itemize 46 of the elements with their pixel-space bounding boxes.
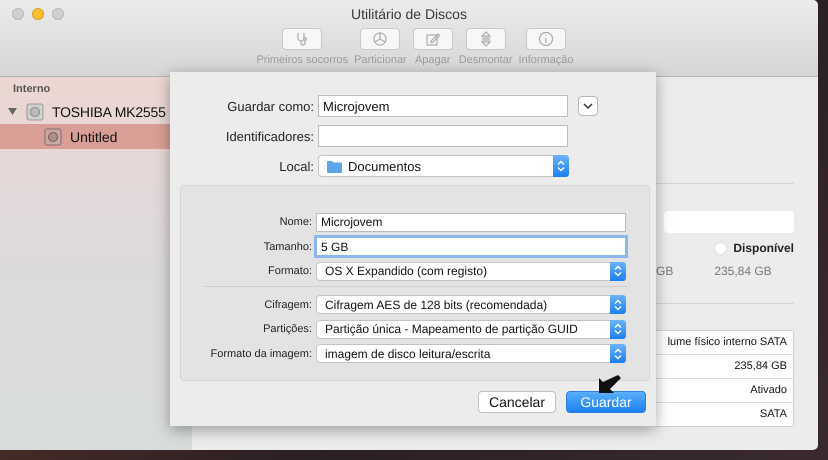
stepper-icon bbox=[614, 348, 622, 360]
folder-icon bbox=[327, 160, 342, 172]
legend-value: 235,84 GB bbox=[714, 264, 773, 278]
legend-label: Disponível bbox=[733, 241, 794, 255]
chevron-down-icon bbox=[583, 102, 593, 110]
toolbar-label: Informação bbox=[518, 54, 574, 66]
legend-value: GB bbox=[655, 264, 674, 278]
stepper-icon bbox=[614, 265, 622, 277]
field-label: Identificadores: bbox=[224, 128, 315, 144]
field-label: Tamanho: bbox=[262, 240, 313, 252]
field-label: Formato da imagem: bbox=[210, 348, 313, 360]
table-cell-text: SATA bbox=[758, 407, 788, 422]
toolbar-label: Desmontar bbox=[458, 54, 513, 66]
legend-dot bbox=[714, 242, 728, 254]
pie-chart-icon bbox=[372, 31, 388, 47]
text-field[interactable]: Microjovem bbox=[316, 212, 626, 232]
toolbar-label: Primeiros socorros bbox=[256, 54, 348, 66]
zoom-button[interactable] bbox=[52, 8, 64, 20]
popup-button[interactable]: Partição única - Mapeamento de partição GUID bbox=[316, 320, 626, 338]
save-as-field[interactable]: Microjovem bbox=[318, 95, 568, 117]
expand-button[interactable] bbox=[578, 96, 598, 116]
text-field[interactable]: 5 GB bbox=[316, 237, 626, 256]
field-label: Guardar como: bbox=[226, 98, 315, 114]
popup-button[interactable]: Cifragem AES de 128 bits (recomendada) bbox=[316, 295, 626, 314]
stepper-icon bbox=[614, 323, 622, 335]
field-label: Cifragem: bbox=[263, 298, 313, 310]
field-label: Nome: bbox=[278, 216, 313, 228]
location-popup[interactable]: Documentos bbox=[318, 155, 569, 177]
sidebar-section-title: Interno bbox=[12, 83, 52, 97]
pencil-icon bbox=[424, 31, 441, 47]
dialog-button[interactable]: Cancelar bbox=[478, 391, 556, 413]
info-icon bbox=[538, 31, 554, 47]
popup-button[interactable]: OS X Expandido (com registo) bbox=[316, 262, 626, 280]
tags-field[interactable] bbox=[318, 125, 568, 147]
close-button[interactable] bbox=[12, 8, 24, 20]
stepper-icon bbox=[557, 160, 565, 172]
field-label: Local: bbox=[278, 158, 315, 174]
disclosure-triangle-icon[interactable] bbox=[8, 107, 18, 116]
toolbar-label: Apagar bbox=[414, 54, 450, 66]
popup-button[interactable]: imagem de disco leitura/escrita bbox=[316, 344, 626, 363]
field-label: Formato: bbox=[266, 265, 313, 277]
minimize-button[interactable] bbox=[32, 8, 44, 20]
toolbar-label: Particionar bbox=[354, 54, 407, 66]
field-label: Partições: bbox=[262, 323, 313, 335]
stepper-icon bbox=[614, 298, 622, 310]
window-title: Utilitário de Discos bbox=[351, 5, 467, 22]
